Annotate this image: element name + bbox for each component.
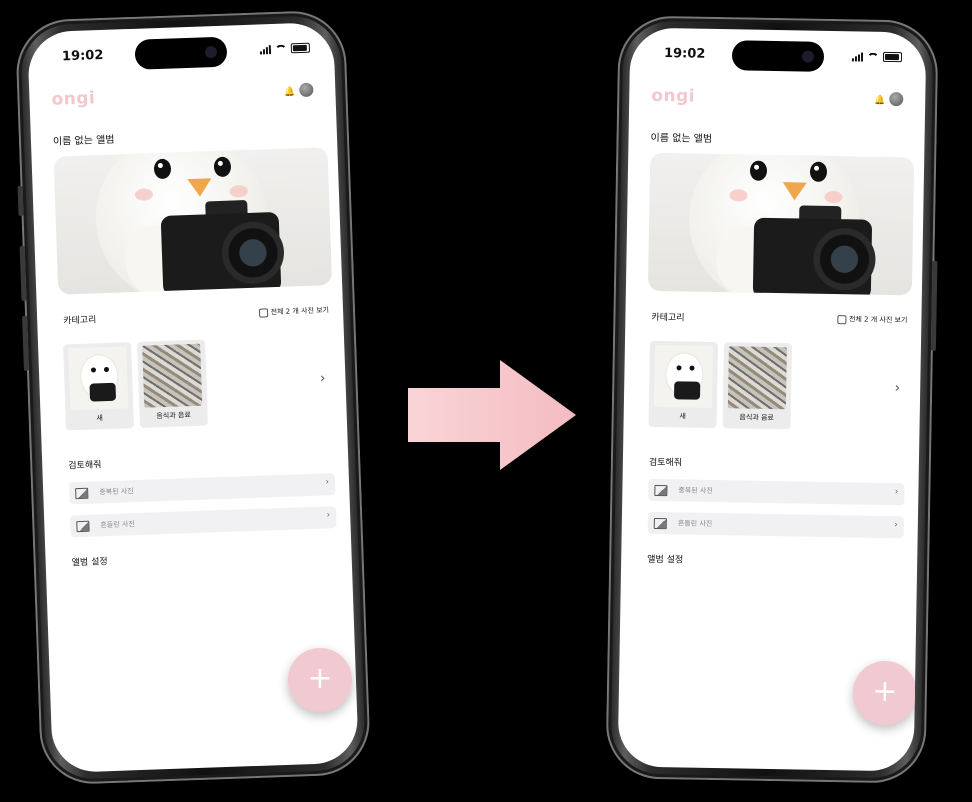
- blurry-photos-row[interactable]: 흔들린 사진 ›: [647, 511, 904, 539]
- dynamic-island: [134, 36, 228, 70]
- category-header: 카테고리 전체 2 개 사진 보기: [651, 310, 907, 330]
- category-label: 음식과 음료: [156, 411, 191, 421]
- category-label: 새: [679, 412, 686, 421]
- photos-icon: [836, 314, 847, 324]
- image-icon: [653, 517, 667, 530]
- avatar[interactable]: [299, 82, 314, 98]
- arrow-right-icon: [408, 360, 576, 470]
- image-icon: [654, 484, 668, 497]
- app-logo: ongi: [651, 85, 696, 107]
- chevron-right-icon: ›: [326, 510, 331, 521]
- category-card-food[interactable]: 음식과 음료: [137, 339, 208, 428]
- review-title: 검토해줘: [648, 457, 683, 469]
- duplicate-photos-row[interactable]: 중복된 사진 ›: [68, 473, 336, 505]
- category-header: 카테고리 전체 2 개 사진 보기: [63, 304, 329, 329]
- image-icon: [75, 487, 89, 500]
- category-card-food[interactable]: 음식과 음료: [722, 342, 792, 430]
- album-settings-title: 앨범 설정: [71, 557, 108, 569]
- add-button[interactable]: +: [852, 660, 918, 726]
- category-label: 음식과 음료: [739, 413, 774, 423]
- bell-icon[interactable]: 🔔: [874, 96, 885, 106]
- status-time: 19:02: [61, 47, 104, 65]
- image-icon: [76, 520, 90, 533]
- album-cover-image[interactable]: [647, 152, 915, 296]
- category-title: 카테고리: [63, 315, 97, 327]
- duplicate-photos-row[interactable]: 중복된 사진 ›: [648, 478, 905, 506]
- review-title: 검토해줘: [68, 460, 102, 472]
- chevron-right-icon: ›: [894, 520, 898, 531]
- action-button: [17, 185, 24, 216]
- app-bar: ongi 🔔: [51, 80, 322, 115]
- category-list: 새 음식과 음료: [63, 339, 208, 431]
- bell-icon[interactable]: 🔔: [284, 87, 296, 97]
- category-label: 새: [96, 414, 104, 423]
- power-button: [930, 260, 938, 351]
- album-title: 이름 없는 앨범: [52, 134, 115, 148]
- album-cover-image[interactable]: [53, 147, 333, 295]
- app-bar: ongi 🔔: [651, 86, 911, 117]
- status-bar: 19:02: [27, 22, 334, 73]
- chevron-right-icon[interactable]: ›: [320, 370, 326, 386]
- dynamic-island: [731, 40, 825, 72]
- add-button[interactable]: +: [288, 648, 352, 712]
- photos-icon: [258, 307, 268, 318]
- wifi-icon: [867, 52, 879, 61]
- album-title: 이름 없는 앨범: [650, 132, 713, 145]
- status-time: 19:02: [663, 46, 706, 62]
- album-settings-title: 앨범 설정: [647, 554, 684, 566]
- screen: 19:02 ongi 🔔 이름 없는 앨범 카테고리 전체 2 개 사진 보기 …: [617, 27, 927, 772]
- phone-right: 19:02 ongi 🔔 이름 없는 앨범 카테고리 전체 2 개 사진 보기 …: [605, 15, 939, 784]
- signal-icon: [851, 52, 864, 62]
- category-card-bird[interactable]: 새: [648, 340, 718, 429]
- status-bar: 19:02: [630, 27, 927, 72]
- view-all-photos-link[interactable]: 전체 2 개 사진 보기: [836, 314, 908, 325]
- chevron-right-icon[interactable]: ›: [894, 380, 900, 396]
- wifi-icon: [275, 44, 287, 53]
- view-all-photos-link[interactable]: 전체 2 개 사진 보기: [258, 305, 329, 318]
- chevron-right-icon: ›: [325, 477, 330, 488]
- battery-icon: [882, 51, 903, 63]
- category-card-bird[interactable]: 새: [63, 342, 135, 431]
- category-title: 카테고리: [651, 312, 685, 324]
- avatar[interactable]: [889, 92, 904, 107]
- category-list: 새 음식과 음료: [648, 340, 792, 430]
- signal-icon: [259, 44, 272, 54]
- volume-up-button: [19, 245, 27, 301]
- blurry-photos-row[interactable]: 흔들린 사진 ›: [70, 506, 337, 538]
- volume-down-button: [22, 315, 29, 371]
- battery-icon: [290, 42, 311, 54]
- chevron-right-icon: ›: [894, 487, 899, 498]
- app-logo: ongi: [51, 88, 96, 110]
